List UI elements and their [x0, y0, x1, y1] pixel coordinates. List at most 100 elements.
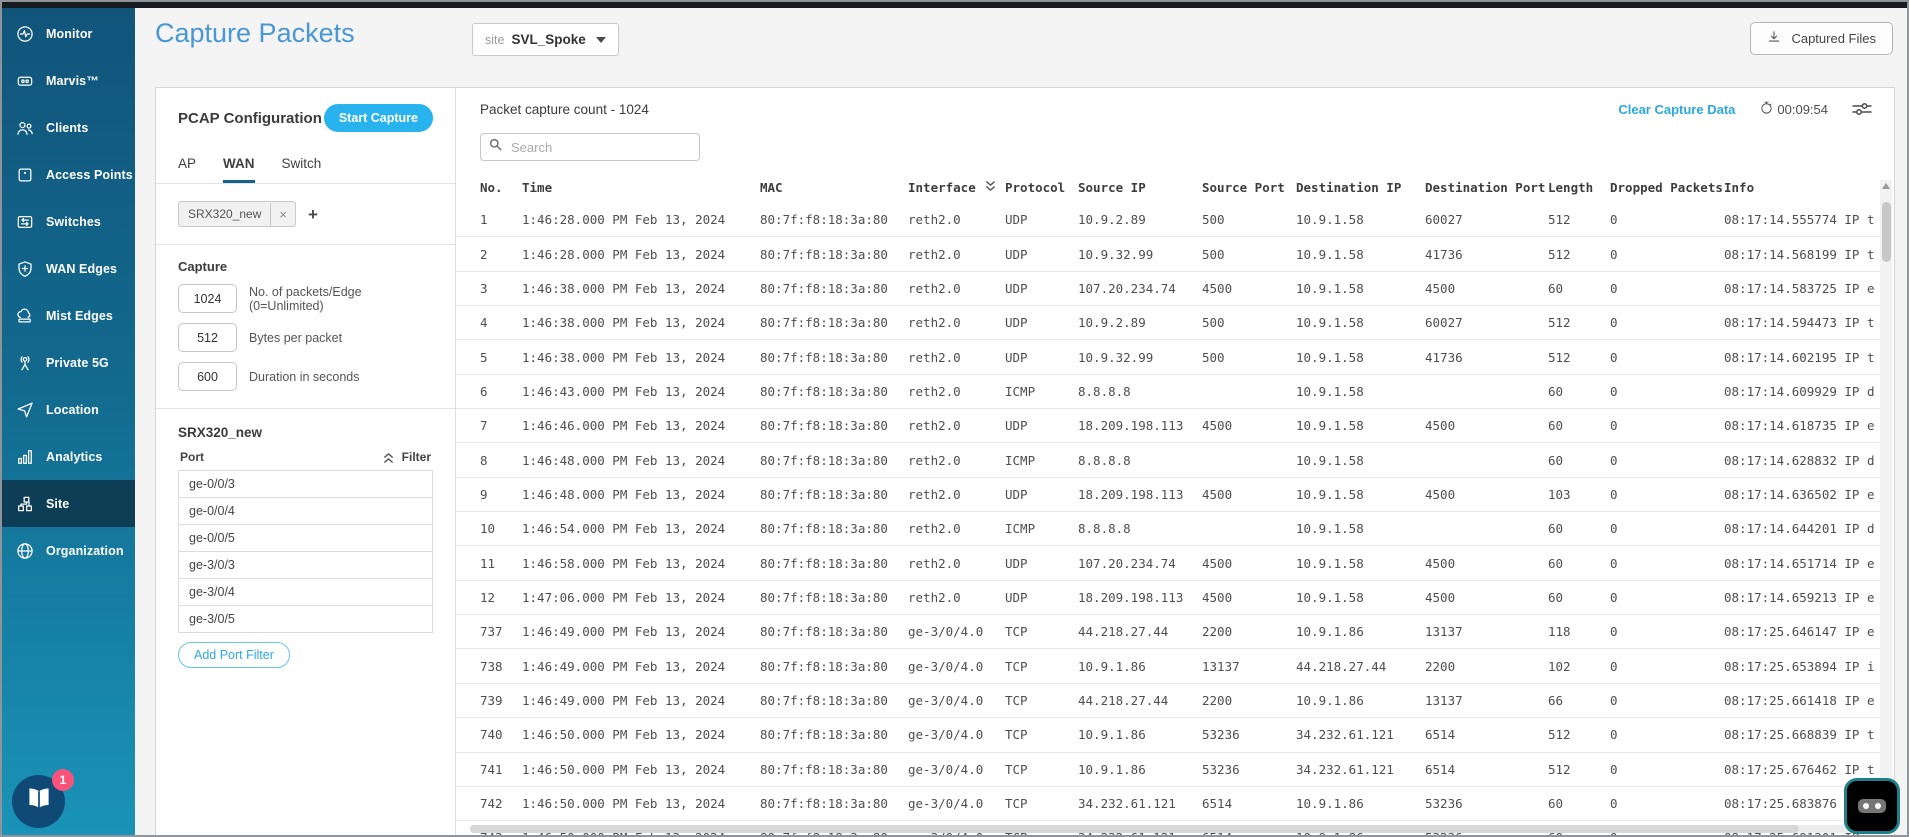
sidebar-item-label: WAN Edges [46, 262, 117, 276]
port-filter-row[interactable]: ge-3/0/3 [178, 551, 433, 579]
clear-capture-data-link[interactable]: Clear Capture Data [1618, 102, 1735, 117]
horizontal-scrollbar[interactable] [470, 825, 1854, 833]
chatbot-widget[interactable] [1844, 778, 1900, 834]
vertical-scrollbar-thumb[interactable] [1882, 202, 1891, 262]
sidebar-item-clients[interactable]: Clients [2, 104, 135, 151]
packet-row[interactable]: 61:46:43.000 PM Feb 13, 202480:7f:f8:18:… [456, 375, 1880, 409]
sidebar-item-private-5g[interactable]: Private 5G [2, 339, 135, 386]
packet-cell: 80:7f:f8:18:3a:80 [760, 315, 908, 330]
add-device-button[interactable]: + [308, 206, 318, 223]
packet-cell: 0 [1610, 556, 1724, 571]
packet-cell: 10.9.32.99 [1078, 350, 1202, 365]
sort-ascending-icon[interactable] [383, 451, 394, 463]
column-header-dropped-packets: Dropped Packets [1610, 180, 1724, 195]
tab-switch[interactable]: Switch [282, 156, 322, 183]
sidebar-item-access-points[interactable]: Access Points [2, 151, 135, 198]
table-settings-icon[interactable] [1852, 101, 1872, 117]
packet-cell: reth2.0 [908, 315, 1005, 330]
packet-row[interactable]: 121:47:06.000 PM Feb 13, 202480:7f:f8:18… [456, 581, 1880, 615]
help-docs-widget[interactable]: 1 [12, 775, 65, 828]
port-table-header: Port Filter [178, 450, 433, 464]
packet-cell: 4500 [1202, 487, 1296, 502]
packet-cell: 11 [480, 556, 522, 571]
port-filter-row[interactable]: ge-0/0/5 [178, 524, 433, 552]
column-header-interface[interactable]: Interface [908, 180, 1005, 195]
sort-descending-icon[interactable] [985, 180, 996, 195]
packet-cell: 10.9.1.58 [1296, 350, 1425, 365]
scroll-up-icon[interactable] [1882, 183, 1890, 189]
sidebar-item-organization[interactable]: Organization [2, 527, 135, 574]
packet-row[interactable]: 71:46:46.000 PM Feb 13, 202480:7f:f8:18:… [456, 409, 1880, 443]
column-header-destination-ip: Destination IP [1296, 180, 1425, 195]
packet-cell: UDP [1005, 247, 1078, 262]
bytes-per-packet-input[interactable] [178, 323, 237, 352]
port-filter-row[interactable]: ge-3/0/4 [178, 578, 433, 606]
packet-row[interactable]: 7411:46:50.000 PM Feb 13, 202480:7f:f8:1… [456, 753, 1880, 787]
packet-cell: 80:7f:f8:18:3a:80 [760, 693, 908, 708]
packet-cell: 60 [1548, 418, 1610, 433]
start-capture-button[interactable]: Start Capture [324, 104, 433, 132]
packet-cell: ge-3/0/4.0 [908, 624, 1005, 639]
port-filter-row[interactable]: ge-0/0/3 [178, 470, 433, 498]
packet-row[interactable]: 11:46:28.000 PM Feb 13, 202480:7f:f8:18:… [456, 203, 1880, 237]
sidebar-item-marvis[interactable]: Marvis™ [2, 57, 135, 104]
packet-cell: 512 [1548, 212, 1610, 227]
site-selector[interactable]: site SVL_Spoke [472, 23, 619, 56]
port-filter-row[interactable]: ge-0/0/4 [178, 497, 433, 525]
packet-cell: 2 [480, 247, 522, 262]
packet-row[interactable]: 7371:46:49.000 PM Feb 13, 202480:7f:f8:1… [456, 615, 1880, 649]
sidebar-item-location[interactable]: Location [2, 386, 135, 433]
packet-capture-count: Packet capture count - 1024 [480, 102, 649, 117]
packet-cell: 8.8.8.8 [1078, 384, 1202, 399]
packet-cell: 0 [1610, 487, 1724, 502]
packet-cell: 80:7f:f8:18:3a:80 [760, 247, 908, 262]
sidebar-item-label: Private 5G [46, 356, 109, 370]
sidebar-item-mist-edges[interactable]: Mist Edges [2, 292, 135, 339]
packet-row[interactable]: 101:46:54.000 PM Feb 13, 202480:7f:f8:18… [456, 512, 1880, 546]
packet-row[interactable]: 7391:46:49.000 PM Feb 13, 202480:7f:f8:1… [456, 684, 1880, 718]
packet-row[interactable]: 41:46:38.000 PM Feb 13, 202480:7f:f8:18:… [456, 306, 1880, 340]
packet-cell: 34.232.61.121 [1296, 727, 1425, 742]
sidebar-item-site[interactable]: Site [2, 480, 135, 527]
sidebar-item-monitor[interactable]: Monitor [2, 10, 135, 57]
add-port-filter-button[interactable]: Add Port Filter [178, 642, 290, 668]
packet-cell: 08:17:14.555774 IP t [1724, 212, 1880, 227]
packet-cell: 0 [1610, 384, 1724, 399]
packet-cell: 4500 [1425, 487, 1548, 502]
duration-input[interactable] [178, 362, 237, 391]
packet-cell: 0 [1610, 693, 1724, 708]
tab-ap[interactable]: AP [178, 156, 196, 183]
vertical-scrollbar[interactable] [1880, 180, 1892, 825]
sidebar-item-wan-edges[interactable]: WAN Edges [2, 245, 135, 292]
search-input[interactable] [509, 139, 691, 156]
packet-row[interactable]: 81:46:48.000 PM Feb 13, 202480:7f:f8:18:… [456, 443, 1880, 477]
sidebar-item-analytics[interactable]: Analytics [2, 433, 135, 480]
packet-cell: UDP [1005, 556, 1078, 571]
packet-row[interactable]: 31:46:38.000 PM Feb 13, 202480:7f:f8:18:… [456, 272, 1880, 306]
captured-files-button[interactable]: Captured Files [1750, 22, 1893, 55]
horizontal-scrollbar-thumb[interactable] [470, 825, 1799, 833]
tab-wan[interactable]: WAN [223, 156, 255, 183]
packet-cell: 08:17:14.651714 IP e [1724, 556, 1880, 571]
packet-cell: 44.218.27.44 [1078, 624, 1202, 639]
packet-row[interactable]: 51:46:38.000 PM Feb 13, 202480:7f:f8:18:… [456, 340, 1880, 374]
packet-row[interactable]: 111:46:58.000 PM Feb 13, 202480:7f:f8:18… [456, 546, 1880, 580]
packets-per-edge-input[interactable] [178, 284, 237, 313]
sidebar-item-switches[interactable]: Switches [2, 198, 135, 245]
port-filter-row[interactable]: ge-3/0/5 [178, 605, 433, 633]
packet-cell: 0 [1610, 247, 1724, 262]
packet-cell: 80:7f:f8:18:3a:80 [760, 727, 908, 742]
packet-cell: 12 [480, 590, 522, 605]
packet-row[interactable]: 7401:46:50.000 PM Feb 13, 202480:7f:f8:1… [456, 718, 1880, 752]
packet-row[interactable]: 21:46:28.000 PM Feb 13, 202480:7f:f8:18:… [456, 237, 1880, 271]
packet-row[interactable]: 91:46:48.000 PM Feb 13, 202480:7f:f8:18:… [456, 478, 1880, 512]
robot-face-icon [1858, 799, 1886, 813]
packet-cell: 1:46:28.000 PM Feb 13, 2024 [522, 247, 760, 262]
packet-row[interactable]: 7421:46:50.000 PM Feb 13, 202480:7f:f8:1… [456, 787, 1880, 821]
packet-cell: 4 [480, 315, 522, 330]
packet-cell: 1:46:50.000 PM Feb 13, 2024 [522, 796, 760, 811]
packet-cell: 742 [480, 796, 522, 811]
packet-row[interactable]: 7381:46:49.000 PM Feb 13, 202480:7f:f8:1… [456, 649, 1880, 683]
remove-device-icon[interactable]: × [270, 203, 295, 226]
packet-cell: 3 [480, 281, 522, 296]
